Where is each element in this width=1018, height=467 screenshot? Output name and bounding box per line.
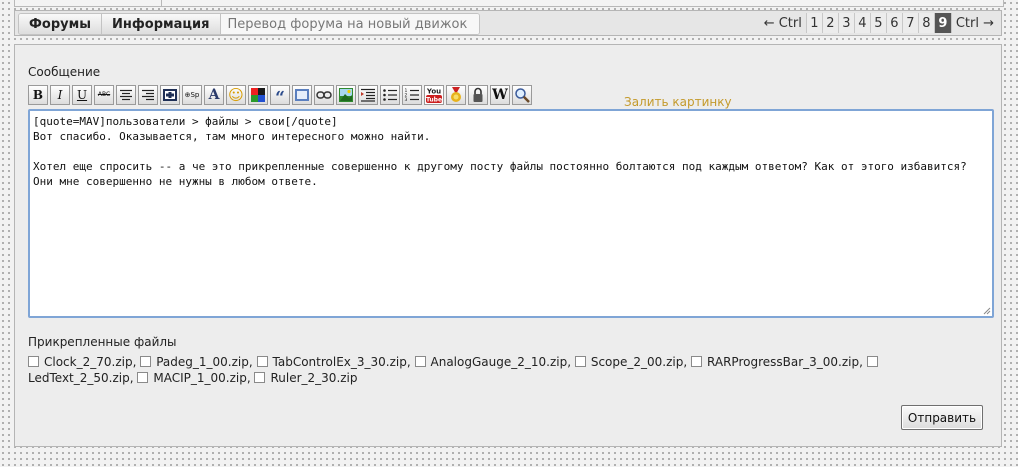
attachment-filename: RARProgressBar_3_00.zip, bbox=[707, 355, 863, 369]
page-link-3[interactable]: 3 bbox=[837, 13, 854, 33]
underline-button[interactable]: U bbox=[72, 85, 92, 105]
attachments-label: Прикрепленные файлы bbox=[28, 335, 177, 349]
attachment-item[interactable]: Ruler_2_30.zip bbox=[254, 371, 358, 385]
hide-button[interactable] bbox=[468, 85, 488, 105]
numbered-list-button[interactable]: 123 bbox=[402, 85, 422, 105]
page-link-7[interactable]: 7 bbox=[901, 13, 918, 33]
attachment-checkbox[interactable] bbox=[140, 356, 152, 367]
upload-image-link[interactable]: Залить картинку bbox=[624, 95, 732, 109]
quote-button[interactable]: “ bbox=[270, 85, 290, 105]
youtube-icon: You Tube bbox=[426, 88, 442, 104]
youtube-icon-label-bottom: Tube bbox=[426, 97, 442, 104]
page-link-4[interactable]: 4 bbox=[853, 13, 870, 33]
indent-icon bbox=[361, 88, 375, 102]
editor-toolbar: B I U ABC ⊕Sp A ☺ “ 1 2 3 You Tube W bbox=[28, 85, 534, 105]
spoiler-button[interactable] bbox=[160, 85, 180, 105]
pagination: ← Ctrl 1 2 3 4 5 6 7 8 9 Ctrl → bbox=[760, 13, 998, 33]
attachment-filename: Scope_2_00.zip, bbox=[590, 355, 688, 369]
breadcrumb-current-topic[interactable]: Перевод форума на новый движок bbox=[220, 14, 480, 34]
numbered-list-icon: 123 bbox=[405, 88, 419, 102]
attachment-item[interactable]: Scope_2_00.zip, bbox=[574, 355, 688, 369]
page-link-8[interactable]: 8 bbox=[917, 13, 934, 33]
page-link-2[interactable]: 2 bbox=[821, 13, 838, 33]
message-textarea[interactable]: [quote=MAV]пользователи > файлы > свои[/… bbox=[28, 109, 994, 318]
image-frame-icon bbox=[295, 89, 309, 101]
nav-bar: Форумы Информация Перевод форума на новы… bbox=[14, 10, 1002, 36]
image-button[interactable] bbox=[292, 85, 312, 105]
attachment-item[interactable]: LedText_2_50.zip, bbox=[28, 371, 134, 385]
attachments-list: Clock_2_70.zip, Padeg_1_00.zip, TabContr… bbox=[28, 354, 983, 386]
bullet-list-button[interactable] bbox=[380, 85, 400, 105]
color-palette-icon bbox=[251, 88, 265, 102]
indent-button[interactable] bbox=[358, 85, 378, 105]
align-right-button[interactable] bbox=[138, 85, 158, 105]
link-icon bbox=[316, 91, 332, 99]
align-center-button[interactable] bbox=[116, 85, 136, 105]
attachment-checkbox[interactable] bbox=[28, 356, 39, 367]
attachment-filename: MACIP_1_00.zip, bbox=[153, 371, 251, 385]
attachment-filename: Ruler_2_30.zip bbox=[270, 371, 358, 385]
attachment-filename: AnalogGauge_2_10.zip, bbox=[430, 355, 572, 369]
page-link-1[interactable]: 1 bbox=[805, 13, 822, 33]
attachment-checkbox[interactable] bbox=[254, 372, 266, 383]
attachment-filename: Clock_2_70.zip, bbox=[44, 355, 137, 369]
attachment-item[interactable]: RARProgressBar_3_00.zip, bbox=[691, 355, 863, 369]
tab-forums[interactable]: Форумы bbox=[19, 14, 102, 34]
youtube-icon-label-top: You bbox=[426, 88, 441, 96]
breadcrumb: Форумы Информация Перевод форума на новы… bbox=[18, 13, 481, 35]
attachment-filename: TabControlEx_3_30.zip, bbox=[272, 355, 411, 369]
submit-button[interactable]: Отправить bbox=[901, 405, 983, 430]
attachment-checkbox[interactable] bbox=[691, 356, 703, 367]
reply-form-panel: Сообщение B I U ABC ⊕Sp A ☺ “ 1 2 3 You … bbox=[14, 44, 1002, 447]
code-button[interactable]: ⊕Sp bbox=[182, 85, 202, 105]
attachment-filename: Padeg_1_00.zip, bbox=[156, 355, 253, 369]
page-current-9: 9 bbox=[933, 13, 952, 33]
link-button[interactable] bbox=[314, 85, 334, 105]
top-strip-divider bbox=[161, 0, 162, 6]
attachment-checkbox[interactable] bbox=[414, 356, 426, 367]
attachment-item[interactable]: TabControlEx_3_30.zip, bbox=[256, 355, 411, 369]
next-page-link[interactable]: Ctrl → bbox=[952, 13, 998, 33]
message-label: Сообщение bbox=[28, 65, 101, 79]
attachment-item[interactable]: Padeg_1_00.zip, bbox=[140, 355, 253, 369]
page-link-5[interactable]: 5 bbox=[869, 13, 886, 33]
smiley-button[interactable]: ☺ bbox=[226, 85, 246, 105]
page-link-6[interactable]: 6 bbox=[885, 13, 902, 33]
attachment-checkbox[interactable] bbox=[256, 356, 268, 367]
picture-button[interactable] bbox=[336, 85, 356, 105]
top-strip bbox=[14, 0, 1004, 7]
attachment-checkbox[interactable] bbox=[574, 356, 586, 367]
award-button[interactable] bbox=[446, 85, 466, 105]
attachment-filename: LedText_2_50.zip, bbox=[28, 371, 134, 385]
attachment-item[interactable]: AnalogGauge_2_10.zip, bbox=[414, 355, 572, 369]
medal-icon bbox=[451, 87, 461, 102]
italic-button[interactable]: I bbox=[50, 85, 70, 105]
bullet-list-icon bbox=[383, 89, 397, 101]
tab-information[interactable]: Информация bbox=[102, 14, 221, 34]
bold-button[interactable]: B bbox=[28, 85, 48, 105]
resize-grip-icon[interactable] bbox=[983, 307, 991, 315]
text-color-button[interactable]: A bbox=[204, 85, 224, 105]
youtube-button[interactable]: You Tube bbox=[424, 85, 444, 105]
wiki-button[interactable]: W bbox=[490, 85, 510, 105]
strikethrough-button[interactable]: ABC bbox=[94, 85, 114, 105]
color-palette-button[interactable] bbox=[248, 85, 268, 105]
spoiler-icon bbox=[163, 89, 177, 101]
attachment-item[interactable] bbox=[866, 355, 883, 369]
picture-icon bbox=[339, 88, 353, 102]
prev-page-link[interactable]: ← Ctrl bbox=[760, 13, 806, 33]
search-button[interactable] bbox=[512, 85, 532, 105]
align-center-icon bbox=[120, 89, 132, 101]
lock-icon bbox=[473, 87, 483, 102]
magnifier-icon bbox=[515, 88, 530, 103]
align-right-icon bbox=[142, 89, 154, 101]
attachment-checkbox[interactable] bbox=[866, 356, 878, 367]
attachment-item[interactable]: MACIP_1_00.zip, bbox=[137, 371, 251, 385]
attachment-checkbox[interactable] bbox=[137, 372, 149, 383]
svg-text:3: 3 bbox=[405, 97, 408, 102]
attachment-item[interactable]: Clock_2_70.zip, bbox=[28, 355, 136, 369]
